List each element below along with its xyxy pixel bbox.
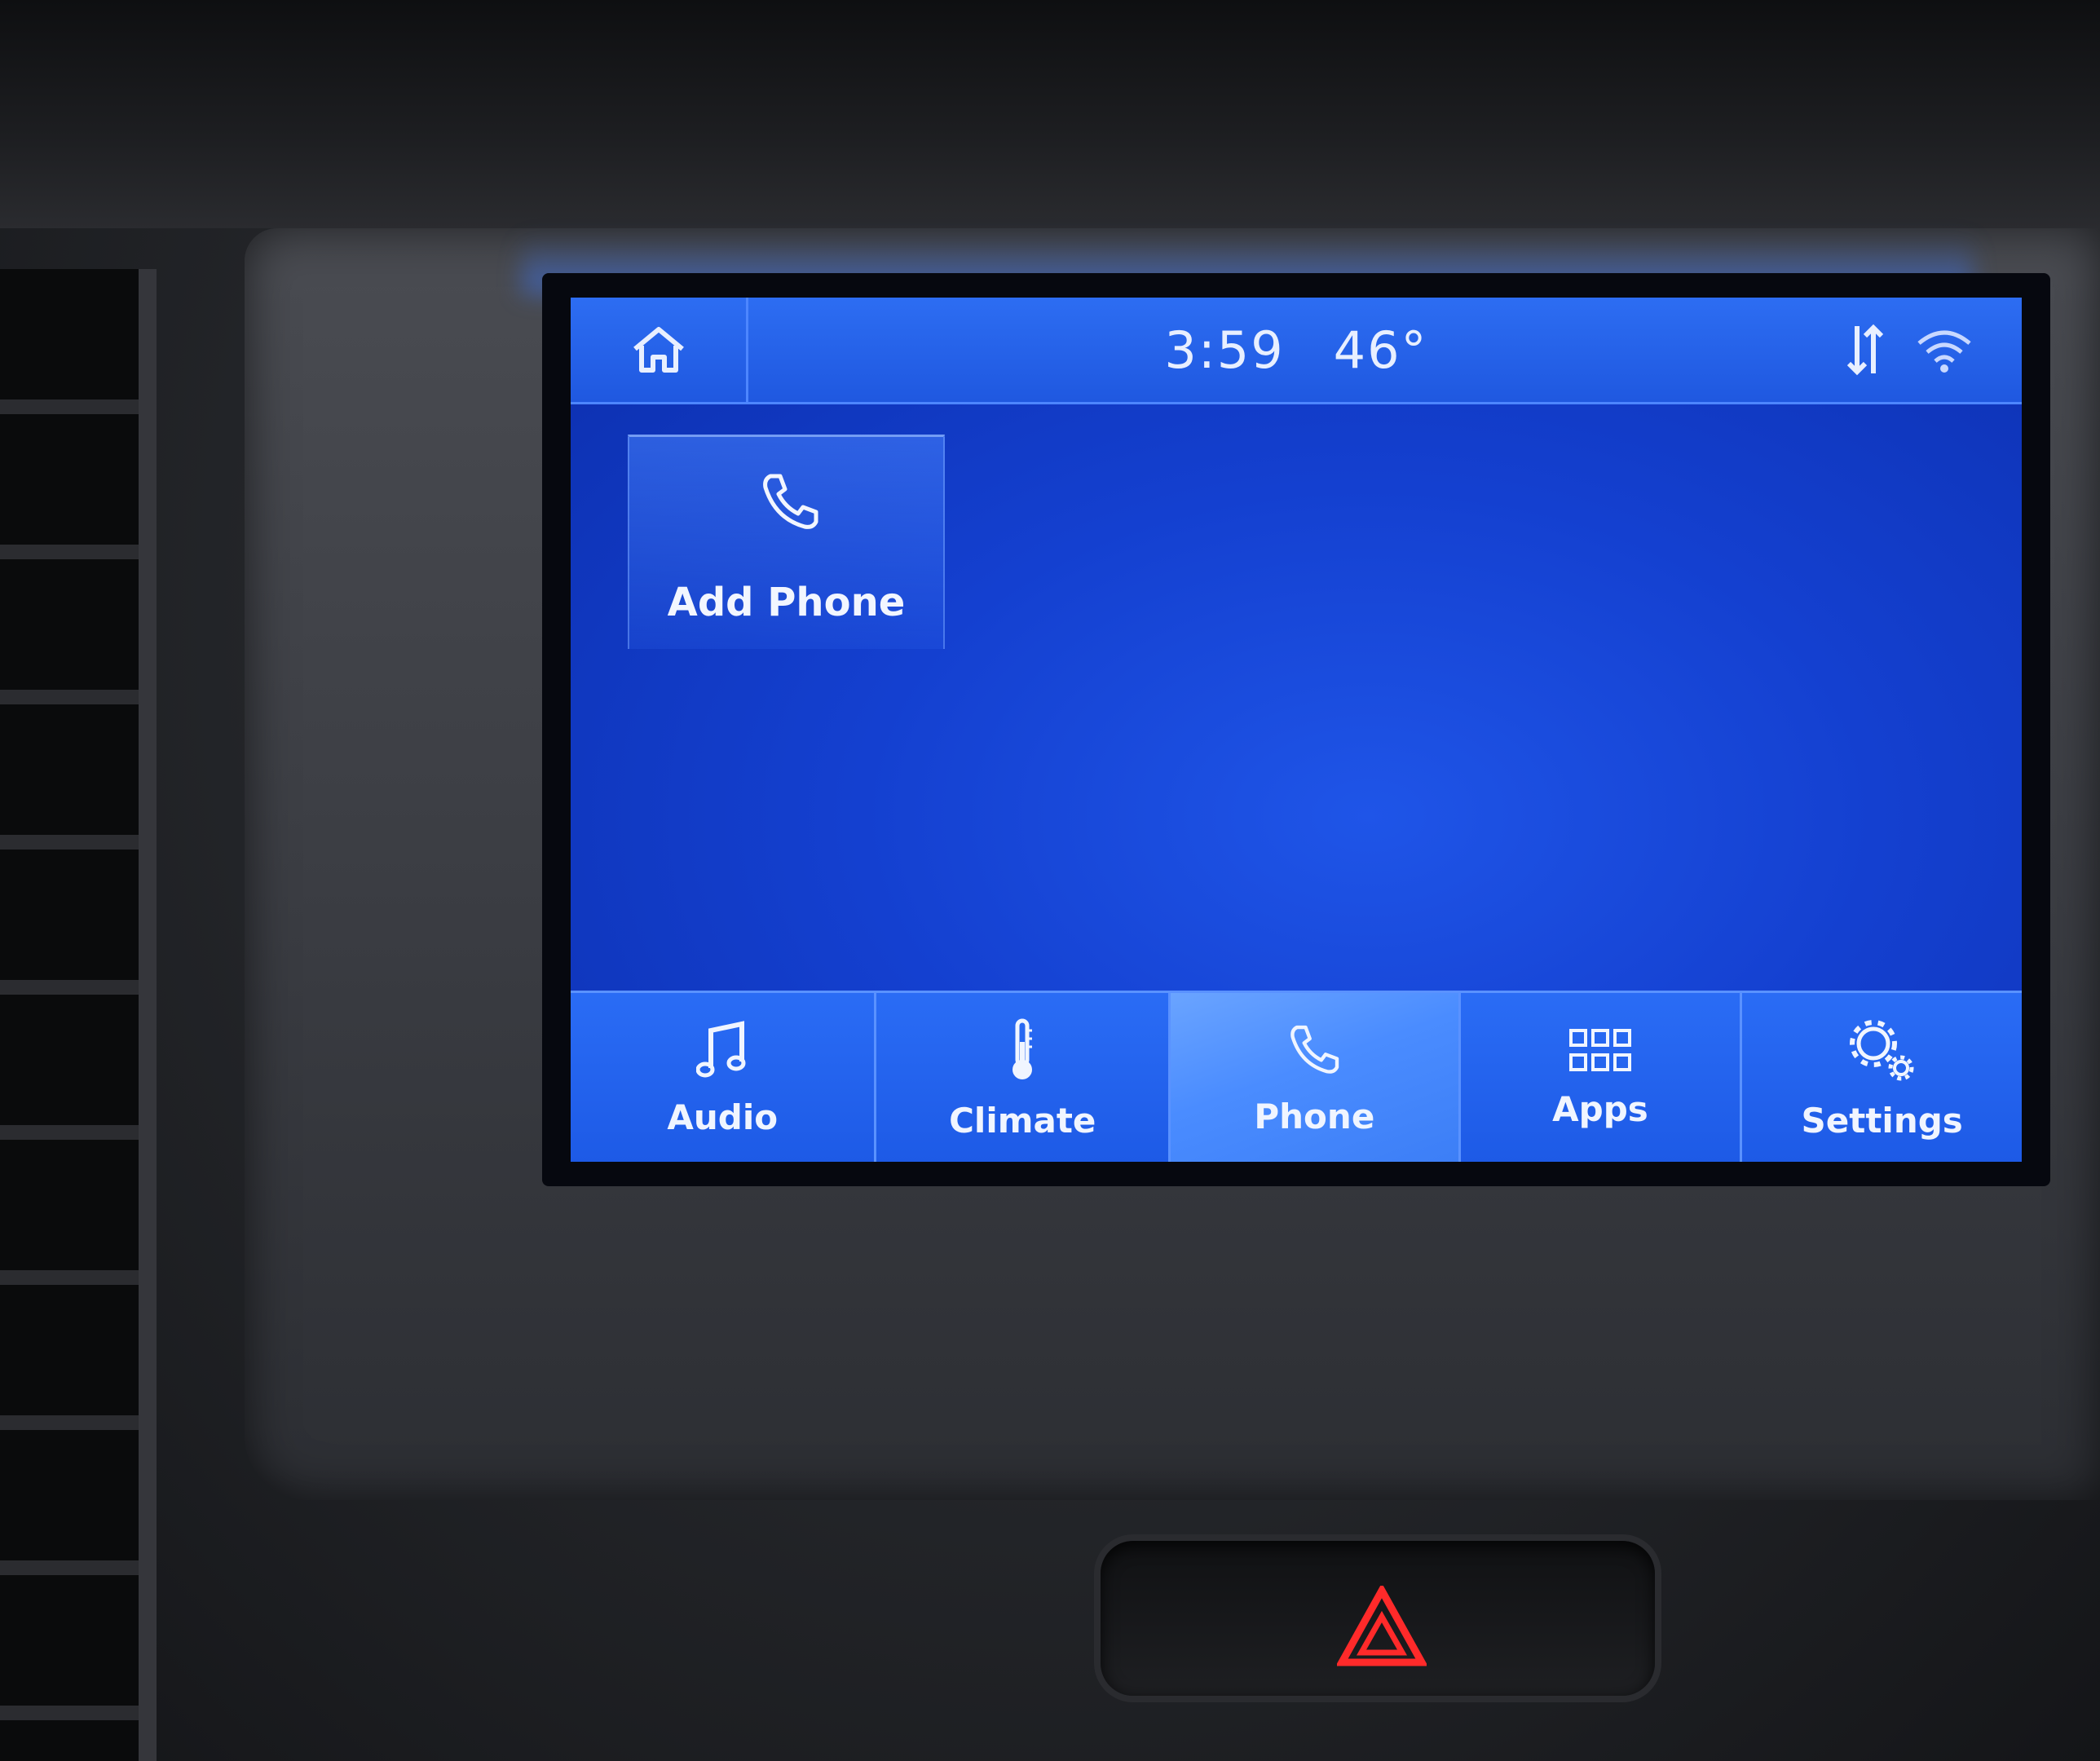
music-note-icon [696,1020,746,1077]
nav-label: Settings [1801,1100,1963,1141]
nav-label: Audio [667,1097,779,1137]
nav-label: Phone [1254,1096,1375,1136]
status-bar: 3:59 46° [571,298,2022,404]
dashboard-top [0,0,2100,228]
outside-temperature: 46° [1333,320,1428,380]
gear-icon [1849,1019,1914,1080]
phone-icon [1290,1025,1339,1074]
data-transfer-icon [1847,324,1883,376]
status-readout: 3:59 46° [571,298,2022,402]
nav-audio[interactable]: Audio [571,993,877,1162]
nav-phone[interactable]: Phone [1171,993,1461,1162]
nav-climate[interactable]: Climate [876,993,1171,1162]
phone-icon [763,474,818,529]
infotainment-screen: 3:59 46° Add Phone Audio Climate Phone A… [571,298,2022,1162]
status-icons [1847,320,1973,379]
bottom-nav-bar: Audio Climate Phone Apps Settings [571,991,2022,1162]
grid-icon [1568,1028,1631,1071]
tile-label: Add Phone [667,580,906,625]
nav-settings[interactable]: Settings [1742,993,2022,1162]
nav-label: Apps [1552,1088,1648,1129]
wifi-icon [1917,330,1971,373]
hazard-triangle-icon [1337,1586,1427,1666]
thermometer-icon [1012,1018,1033,1079]
add-phone-tile[interactable]: Add Phone [628,435,945,649]
nav-apps[interactable]: Apps [1461,993,1743,1162]
nav-label: Climate [949,1100,1096,1141]
clock: 3:59 [1164,320,1285,380]
air-vent [0,269,157,1761]
